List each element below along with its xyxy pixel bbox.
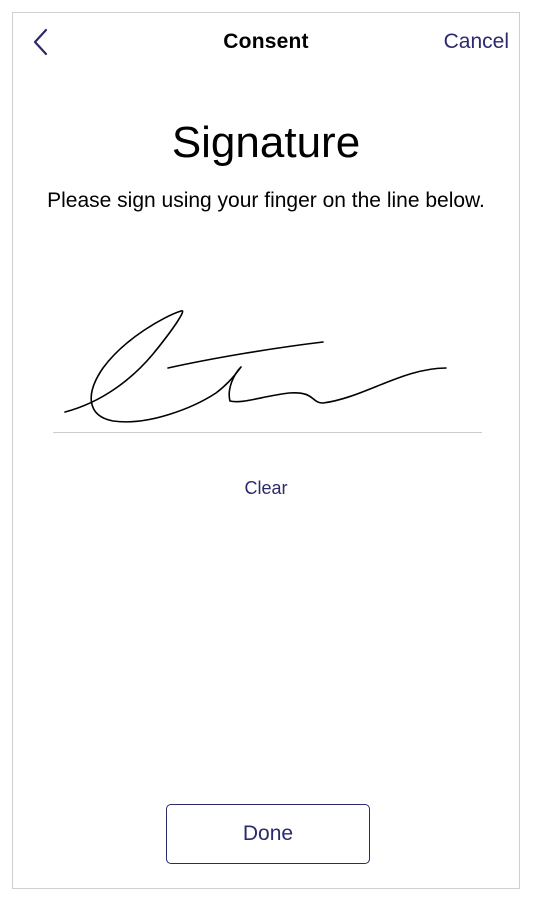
signature-baseline [53,432,482,433]
consent-screen: Consent Cancel Signature Please sign usi… [12,12,520,889]
page-title: Signature [171,118,361,167]
navigation-bar: Consent Cancel [13,13,519,73]
clear-signature-button[interactable]: Clear [244,478,287,498]
signature-pad[interactable] [53,298,483,433]
signature-instructions: Please sign using your finger on the lin… [47,189,485,212]
done-button[interactable]: Done [166,804,370,864]
cancel-button[interactable]: Cancel [444,30,509,54]
signature-stroke [64,310,447,423]
